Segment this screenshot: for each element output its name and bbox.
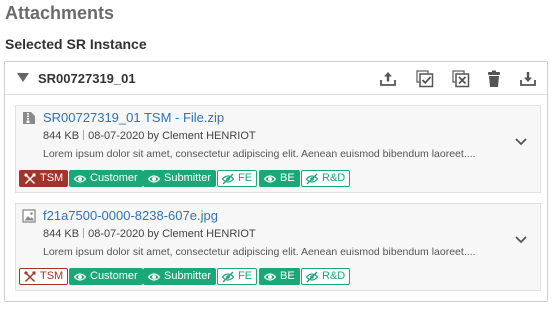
zip-file-icon [22, 111, 36, 125]
tag-label: BE [280, 172, 295, 184]
tools-icon [24, 270, 36, 282]
tag-be[interactable]: BE [259, 170, 300, 187]
deselect-all-icon[interactable] [451, 69, 471, 89]
select-all-icon[interactable] [415, 69, 435, 89]
eye-slash-icon [306, 173, 318, 184]
tag-submitter[interactable]: Submitter [143, 268, 217, 285]
tag-label: R&D [322, 270, 346, 282]
chevron-down-icon[interactable] [514, 232, 528, 246]
tag-label: FE [238, 172, 253, 184]
file-size: 844 KB [43, 228, 80, 240]
tag-be[interactable]: BE [259, 268, 300, 285]
tag-customer[interactable]: Customer [69, 170, 143, 187]
eye-slash-icon [222, 271, 234, 282]
tag-submitter[interactable]: Submitter [143, 170, 217, 187]
collapse-toggle-icon[interactable] [17, 73, 29, 82]
tools-icon [24, 172, 36, 184]
attachment-meta: 844 KB 08-07-2020 by Clement HENRIOT [43, 130, 256, 142]
sr-instance-header: SR00727319_01 [5, 62, 547, 95]
meta-divider [83, 130, 85, 140]
tag-fe[interactable]: FE [217, 170, 258, 187]
section-title: Selected SR Instance [5, 36, 147, 52]
download-icon[interactable] [518, 69, 538, 89]
upload-info: 08-07-2020 by Clement HENRIOT [88, 130, 256, 142]
sr-instance-panel: SR00727319_01 SR00727319_01 TSM - File.z… [4, 61, 548, 302]
eye-icon [74, 272, 86, 281]
eye-icon [74, 174, 86, 183]
tag-label: Customer [90, 270, 138, 282]
image-file-icon [22, 209, 36, 223]
meta-divider [83, 228, 85, 238]
tag-label: TSM [40, 270, 64, 282]
attachment-card: SR00727319_01 TSM - File.zip 844 KB 08-07… [15, 105, 541, 193]
tag-fe[interactable]: FE [217, 268, 258, 285]
tag-label: Submitter [164, 172, 212, 184]
tag-label: FE [238, 270, 253, 282]
attachment-description: Lorem ipsum dolor sit amet, consectetur … [43, 246, 476, 258]
tag-label: R&D [322, 172, 346, 184]
eye-icon [264, 272, 276, 281]
chevron-down-icon[interactable] [514, 134, 528, 148]
tag-label: Customer [90, 172, 138, 184]
attachment-meta: 844 KB 08-07-2020 by Clement HENRIOT [43, 228, 256, 240]
eye-slash-icon [222, 173, 234, 184]
attachment-card: f21a7500-0000-8238-607e.jpg 844 KB 08-07-… [15, 203, 541, 291]
sr-instance-id: SR00727319_01 [38, 71, 136, 86]
eye-icon [264, 174, 276, 183]
page-title: Attachments [5, 3, 115, 23]
upload-icon[interactable] [378, 69, 398, 89]
attachment-file-link[interactable]: f21a7500-0000-8238-607e.jpg [43, 208, 218, 223]
eye-icon [148, 174, 160, 183]
tag-label: TSM [40, 172, 64, 184]
trash-icon[interactable] [484, 69, 504, 89]
upload-info: 08-07-2020 by Clement HENRIOT [88, 228, 256, 240]
attachment-file-link[interactable]: SR00727319_01 TSM - File.zip [43, 110, 224, 125]
tag-rnd[interactable]: R&D [301, 268, 351, 285]
tag-tsm[interactable]: TSM [19, 170, 69, 187]
file-size: 844 KB [43, 130, 80, 142]
eye-icon [148, 272, 160, 281]
tag-customer[interactable]: Customer [69, 268, 143, 285]
eye-slash-icon [306, 271, 318, 282]
tag-label: BE [280, 270, 295, 282]
tag-label: Submitter [164, 270, 212, 282]
tag-rnd[interactable]: R&D [301, 170, 351, 187]
attachment-description: Lorem ipsum dolor sit amet, consectetur … [43, 148, 476, 160]
tag-tsm[interactable]: TSM [19, 268, 69, 285]
